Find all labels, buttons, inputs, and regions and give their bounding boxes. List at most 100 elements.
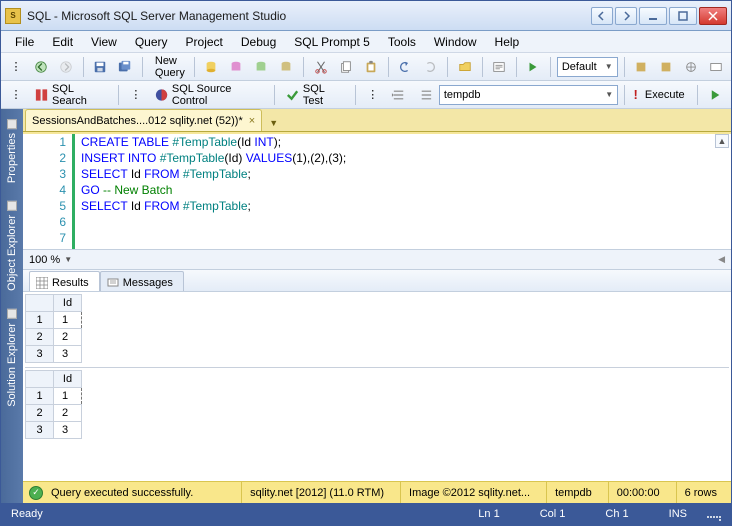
tool-d-button[interactable] [705, 56, 727, 78]
standard-toolbar: ⋮ New Query Default▼ [1, 53, 731, 81]
table-row[interactable]: 22 [26, 405, 82, 422]
execute-button[interactable]: !Execute [631, 84, 691, 106]
nav-fwd-button[interactable] [615, 7, 637, 25]
find-button[interactable] [488, 56, 510, 78]
tool-b-button[interactable] [655, 56, 677, 78]
debug-button[interactable] [704, 84, 727, 106]
nav-back-button[interactable] [591, 7, 613, 25]
results-tab[interactable]: Results [29, 271, 100, 291]
table-row[interactable]: 11 [26, 388, 82, 405]
line-number-gutter: 1234567 [23, 132, 75, 249]
column-header[interactable]: Id [54, 295, 82, 312]
resize-grip-icon[interactable] [707, 507, 721, 521]
app-icon: S [5, 8, 21, 24]
panel-icon [7, 309, 17, 319]
menu-debug[interactable]: Debug [233, 33, 284, 51]
open-db1-button[interactable] [200, 56, 222, 78]
menu-view[interactable]: View [83, 33, 125, 51]
document-tab[interactable]: SessionsAndBatches....012 sqlity.net (52… [25, 109, 262, 131]
sql-toolbar: ⋮ SQL Search ⋮ SQL Source Control SQL Te… [1, 81, 731, 109]
maximize-button[interactable] [669, 7, 697, 25]
table-row[interactable]: 11 [26, 312, 82, 329]
drag-handle-icon[interactable]: ⋮ [362, 84, 384, 106]
status-user: Image ©2012 sqlity.net... [400, 482, 538, 503]
outdent-button[interactable] [413, 84, 436, 106]
sidetab-solution-explorer[interactable]: Solution Explorer [4, 303, 20, 413]
tab-dropdown-icon[interactable]: ▼ [266, 115, 281, 131]
zoom-dropdown-icon[interactable]: ▼ [64, 255, 72, 264]
split-icon[interactable]: ▲ [715, 134, 729, 148]
solution-config-combo[interactable]: Default▼ [557, 57, 618, 77]
sql-search-button[interactable]: SQL Search [30, 84, 112, 106]
copy-button[interactable] [335, 56, 357, 78]
main-area: SessionsAndBatches....012 sqlity.net (52… [23, 109, 731, 503]
sql-editor[interactable]: 1234567 CREATE TABLE #TempTable(Id INT);… [23, 132, 731, 250]
sidetab-object-explorer[interactable]: Object Explorer [4, 195, 20, 297]
menu-query[interactable]: Query [127, 33, 176, 51]
menu-project[interactable]: Project [178, 33, 231, 51]
status-rows: 6 rows [676, 482, 725, 503]
app-window: S SQL - Microsoft SQL Server Management … [0, 0, 732, 526]
menu-help[interactable]: Help [487, 33, 528, 51]
document-tabs: SessionsAndBatches....012 sqlity.net (52… [23, 109, 731, 132]
status-col: Col 1 [520, 508, 586, 520]
menu-window[interactable]: Window [426, 33, 485, 51]
indent-button[interactable] [387, 84, 410, 106]
open-db2-button[interactable] [225, 56, 247, 78]
undo-button[interactable] [394, 56, 416, 78]
window-buttons [591, 7, 727, 25]
open-folder-button[interactable] [454, 56, 476, 78]
save-button[interactable] [89, 56, 111, 78]
sidetab-properties[interactable]: Properties [4, 113, 20, 189]
status-ch: Ch 1 [585, 508, 648, 520]
forward-button[interactable] [55, 56, 77, 78]
menu-bar: FileEditViewQueryProjectDebugSQL Prompt … [1, 31, 731, 53]
code-area[interactable]: CREATE TABLE #TempTable(Id INT);INSERT I… [75, 132, 731, 249]
open-db4-button[interactable] [275, 56, 297, 78]
drag-handle-icon[interactable]: ⋮ [125, 84, 147, 106]
side-toolbar: Properties Object Explorer Solution Explor… [1, 109, 23, 503]
status-time: 00:00:00 [608, 482, 668, 503]
result-grid[interactable]: Id112233 [25, 370, 82, 439]
close-button[interactable] [699, 7, 727, 25]
tool-c-button[interactable] [680, 56, 702, 78]
messages-tab[interactable]: Messages [100, 271, 184, 291]
status-server: sqlity.net [2012] (11.0 RTM) [241, 482, 392, 503]
corner-cell [26, 371, 54, 388]
save-all-button[interactable] [114, 56, 136, 78]
drag-handle-icon[interactable]: ⋮ [5, 84, 27, 106]
hscroll-left-icon[interactable]: ◀ [718, 254, 725, 265]
cut-button[interactable] [310, 56, 332, 78]
status-db: tempdb [546, 482, 600, 503]
back-button[interactable] [30, 56, 52, 78]
table-row[interactable]: 22 [26, 329, 82, 346]
menu-edit[interactable]: Edit [44, 33, 81, 51]
table-row[interactable]: 33 [26, 422, 82, 439]
column-header[interactable]: Id [54, 371, 82, 388]
query-status-bar: ✓ Query executed successfully. sqlity.ne… [23, 481, 731, 503]
sql-test-button[interactable]: SQL Test [281, 84, 349, 106]
minimize-button[interactable] [639, 7, 667, 25]
result-grid[interactable]: Id112233 [25, 294, 82, 363]
menu-sql-prompt-5[interactable]: SQL Prompt 5 [286, 33, 378, 51]
close-tab-icon[interactable]: × [249, 115, 255, 127]
panel-icon [7, 201, 17, 211]
sql-source-control-button[interactable]: SQL Source Control [150, 84, 268, 106]
drag-handle-icon[interactable]: ⋮ [5, 56, 27, 78]
new-query-button[interactable]: New Query [149, 56, 188, 78]
table-row[interactable]: 33 [26, 346, 82, 363]
title-bar: S SQL - Microsoft SQL Server Management … [1, 1, 731, 31]
redo-button[interactable] [419, 56, 441, 78]
status-ins: INS [649, 508, 707, 520]
database-combo[interactable]: tempdb▼ [439, 85, 618, 105]
menu-tools[interactable]: Tools [380, 33, 424, 51]
status-ready: Ready [11, 508, 43, 520]
open-db3-button[interactable] [250, 56, 272, 78]
tool-a-button[interactable] [630, 56, 652, 78]
debug-play-button[interactable] [522, 56, 544, 78]
zoom-bar: 100 % ▼ ◀ [23, 250, 731, 270]
paste-button[interactable] [360, 56, 382, 78]
results-tabs: Results Messages [23, 270, 731, 292]
window-title: SQL - Microsoft SQL Server Management St… [27, 9, 591, 23]
menu-file[interactable]: File [7, 33, 42, 51]
